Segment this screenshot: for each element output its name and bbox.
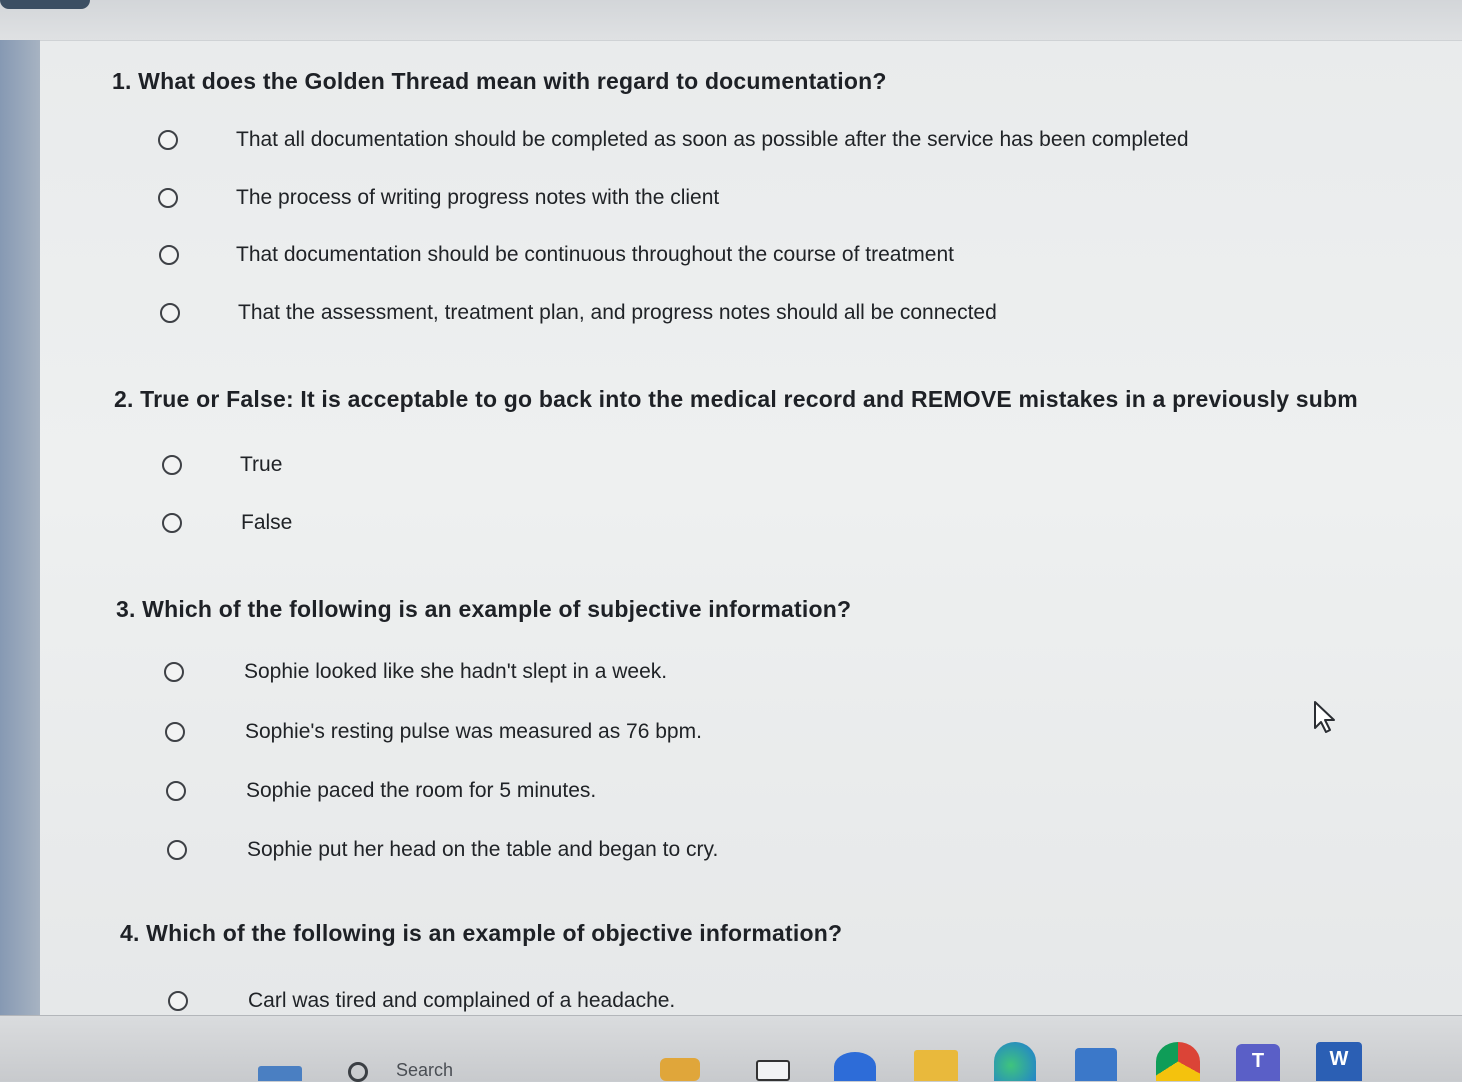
file-explorer-icon[interactable] xyxy=(660,1058,700,1081)
option-label: That documentation should be continuous … xyxy=(236,243,954,266)
search-icon[interactable] xyxy=(348,1062,368,1082)
store-icon[interactable] xyxy=(1075,1048,1117,1081)
option-label: Sophie's resting pulse was measured as 7… xyxy=(245,720,702,743)
option-label: Sophie looked like she hadn't slept in a… xyxy=(244,660,668,683)
option-label: The process of writing progress notes wi… xyxy=(236,186,720,209)
question-2-option-true[interactable]: True xyxy=(162,453,282,477)
question-4-text: 4. Which of the following is an example … xyxy=(120,920,843,946)
radio-button[interactable] xyxy=(160,303,180,323)
radio-button[interactable] xyxy=(168,991,188,1011)
question-1-option-2[interactable]: The process of writing progress notes wi… xyxy=(158,186,719,210)
folder-icon[interactable] xyxy=(914,1050,958,1081)
task-view-icon[interactable] xyxy=(756,1060,790,1081)
option-label: Sophie paced the room for 5 minutes. xyxy=(246,779,597,802)
question-3-text: 3. Which of the following is an example … xyxy=(116,596,852,622)
taskbar: Search T W xyxy=(0,1015,1462,1082)
question-1-option-3[interactable]: That documentation should be continuous … xyxy=(159,243,954,267)
mouse-pointer-icon xyxy=(1314,701,1335,733)
question-3-option-2[interactable]: Sophie's resting pulse was measured as 7… xyxy=(165,720,702,744)
radio-button[interactable] xyxy=(158,188,178,208)
radio-button[interactable] xyxy=(162,513,182,533)
question-3-option-4[interactable]: Sophie put her head on the table and beg… xyxy=(167,838,718,862)
question-3-option-3[interactable]: Sophie paced the room for 5 minutes. xyxy=(166,779,596,803)
quiz-page: 1. What does the Golden Thread mean with… xyxy=(40,40,1462,1015)
question-1-text: 1. What does the Golden Thread mean with… xyxy=(112,68,887,94)
question-1-option-1[interactable]: That all documentation should be complet… xyxy=(158,128,1189,152)
browser-top-bar xyxy=(0,0,1462,40)
teams-icon[interactable]: T xyxy=(1236,1044,1280,1081)
radio-button[interactable] xyxy=(162,455,182,475)
radio-button[interactable] xyxy=(164,662,184,682)
option-label: That all documentation should be complet… xyxy=(236,128,1189,151)
option-label: That the assessment, treatment plan, and… xyxy=(238,301,997,324)
option-label: Carl was tired and complained of a heada… xyxy=(248,989,676,1012)
radio-button[interactable] xyxy=(159,245,179,265)
option-label: False xyxy=(241,511,293,534)
radio-button[interactable] xyxy=(166,781,186,801)
chrome-icon[interactable] xyxy=(1156,1042,1200,1081)
question-3-option-1[interactable]: Sophie looked like she hadn't slept in a… xyxy=(164,660,667,684)
radio-button[interactable] xyxy=(167,840,187,860)
question-4-option-1[interactable]: Carl was tired and complained of a heada… xyxy=(168,989,675,1013)
option-label: True xyxy=(240,453,283,476)
radio-button[interactable] xyxy=(158,130,178,150)
edge-icon[interactable] xyxy=(994,1042,1036,1081)
zoom-icon[interactable] xyxy=(834,1052,876,1081)
word-icon[interactable]: W xyxy=(1316,1042,1362,1081)
browser-tab-fragment xyxy=(0,0,90,9)
option-label: Sophie put her head on the table and beg… xyxy=(247,838,719,861)
left-side-strip xyxy=(0,40,40,1040)
question-2-text: 2. True or False: It is acceptable to go… xyxy=(114,386,1358,412)
question-2-option-false[interactable]: False xyxy=(162,511,292,535)
question-1-option-4[interactable]: That the assessment, treatment plan, and… xyxy=(160,301,997,325)
radio-button[interactable] xyxy=(165,722,185,742)
widgets-icon[interactable] xyxy=(258,1066,302,1081)
quiz-container: 1. What does the Golden Thread mean with… xyxy=(40,40,1462,1015)
taskbar-search-label[interactable]: Search xyxy=(396,1060,453,1081)
